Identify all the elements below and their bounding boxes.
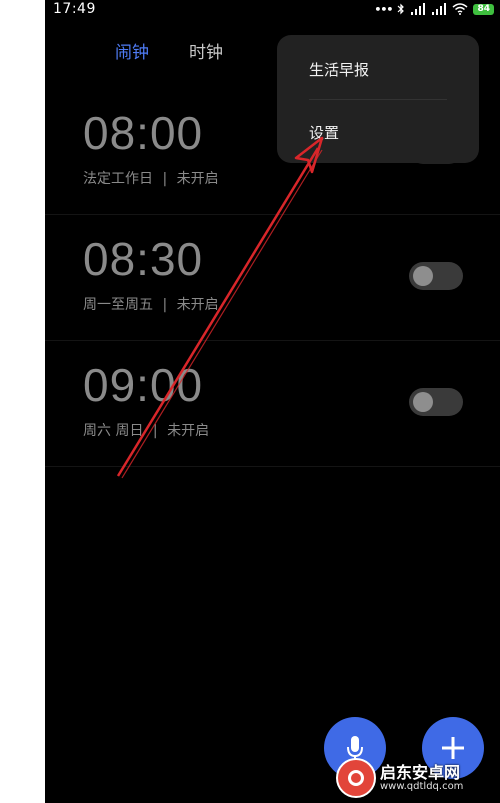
alarm-row[interactable]: 09:00 周六 周日 | 未开启 xyxy=(45,340,500,467)
status-time: 17:49 xyxy=(53,1,96,17)
alarm-state: 未开启 xyxy=(176,297,219,313)
alarm-separator: | xyxy=(162,297,168,313)
phone-screen: 17:49 ••• 84 闹钟 时钟 08:00 法定工作日 | 未开启 08:… xyxy=(45,0,500,803)
alarm-repeat: 周六 周日 xyxy=(83,423,144,439)
signal-icon xyxy=(432,3,447,15)
battery-indicator: 84 xyxy=(473,3,494,15)
alarm-separator: | xyxy=(152,423,158,439)
menu-divider xyxy=(309,99,447,100)
watermark: 启东安卓网 www.qdtldq.com xyxy=(336,757,496,799)
status-icons: ••• 84 xyxy=(374,2,494,16)
alarm-state: 未开启 xyxy=(176,171,219,187)
alarm-repeat: 周一至周五 xyxy=(83,297,153,313)
bluetooth-icon xyxy=(398,3,405,15)
alarm-row[interactable]: 08:30 周一至周五 | 未开启 xyxy=(45,214,500,341)
signal-icon xyxy=(411,3,426,15)
more-dots-icon: ••• xyxy=(374,2,393,16)
alarm-toggle[interactable] xyxy=(409,262,463,290)
watermark-url: www.qdtldq.com xyxy=(380,781,464,793)
menu-item-settings[interactable]: 设置 xyxy=(309,122,339,143)
menu-item-daily-report[interactable]: 生活早报 xyxy=(309,59,369,80)
alarm-state: 未开启 xyxy=(167,423,210,439)
wifi-icon xyxy=(452,3,468,15)
alarm-subtitle: 周六 周日 | 未开启 xyxy=(83,420,209,440)
toggle-knob xyxy=(413,392,433,412)
alarm-time: 08:00 xyxy=(83,107,204,159)
alarm-repeat: 法定工作日 xyxy=(83,171,153,187)
alarm-separator: | xyxy=(162,171,168,187)
watermark-title: 启东安卓网 xyxy=(380,762,461,782)
watermark-text: 启东安卓网 www.qdtldq.com xyxy=(380,764,463,793)
alarm-subtitle: 周一至周五 | 未开启 xyxy=(83,294,219,314)
overflow-menu: 生活早报 设置 xyxy=(277,35,479,163)
tab-clock[interactable]: 时钟 xyxy=(189,38,223,63)
alarm-time: 09:00 xyxy=(83,359,204,411)
alarm-subtitle: 法定工作日 | 未开启 xyxy=(83,168,219,188)
toggle-knob xyxy=(413,266,433,286)
alarm-toggle[interactable] xyxy=(409,388,463,416)
alarm-time: 08:30 xyxy=(83,233,204,285)
top-tabs: 闹钟 时钟 xyxy=(115,38,223,63)
tab-alarm[interactable]: 闹钟 xyxy=(115,38,149,63)
watermark-logo-icon xyxy=(336,758,376,798)
